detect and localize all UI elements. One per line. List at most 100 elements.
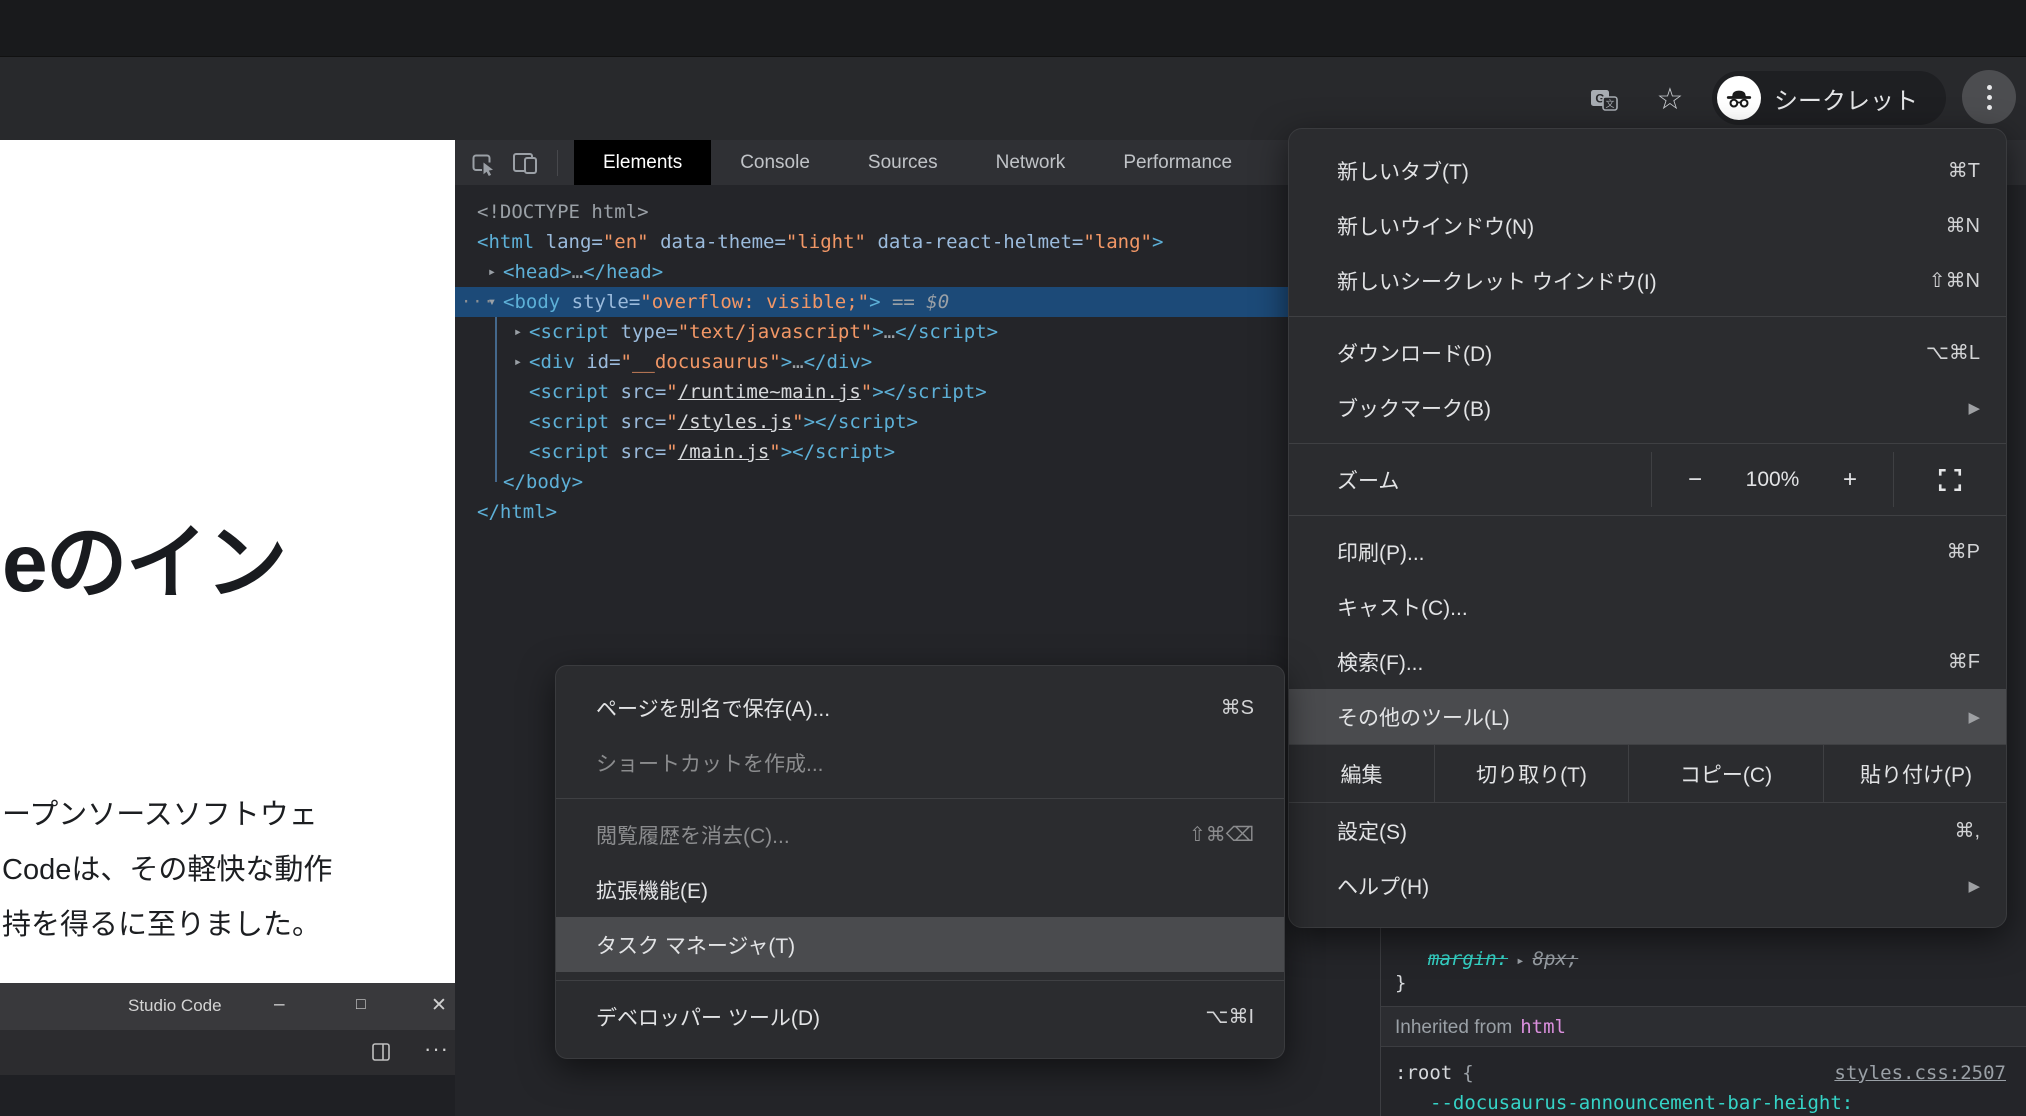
- tab-sources[interactable]: Sources: [839, 140, 967, 185]
- expand-arrow-icon[interactable]: ▾: [483, 287, 501, 317]
- elements-tree-node[interactable]: ▸<div id="__docusaurus">…</div>: [455, 347, 1380, 377]
- menu-separator: [556, 980, 1284, 981]
- tab-console[interactable]: Console: [711, 140, 839, 185]
- menu-item[interactable]: 拡張機能(E): [556, 862, 1284, 917]
- device-toolbar-icon[interactable]: [511, 150, 539, 176]
- menu-separator: [1289, 316, 2006, 317]
- screen: G 文 ☆ シークレット eのイン ープンソースソフトウェ C: [0, 0, 2026, 1116]
- inspect-element-icon[interactable]: [470, 150, 496, 176]
- elements-tree-node[interactable]: <script src="/runtime~main.js"></script>: [455, 377, 1380, 407]
- translate-icon[interactable]: G 文: [1586, 82, 1622, 118]
- page-paragraph: ープンソースソフトウェ Codeは、その軽快な動作 持を得るに至りました。: [2, 788, 332, 953]
- incognito-label: シークレット: [1774, 81, 1918, 116]
- menu-item[interactable]: 新しいタブ(T)⌘T: [1289, 143, 2006, 198]
- menu-item[interactable]: 新しいシークレット ウインドウ(I)⇧⌘N: [1289, 253, 2006, 308]
- menu-item[interactable]: 切り取り(T): [1435, 745, 1629, 802]
- vscode-tabbar: ···: [0, 1030, 455, 1075]
- elements-tree-node[interactable]: <!DOCTYPE html>: [455, 197, 1380, 227]
- submenu-arrow-icon: ▶: [1968, 399, 1980, 417]
- css-property-value: 8px;: [1533, 948, 1579, 970]
- menu-item[interactable]: 貼り付け(P): [1824, 745, 2008, 802]
- css-property-name: margin:: [1428, 948, 1508, 970]
- edit-label: 編集: [1289, 745, 1435, 802]
- menu-item[interactable]: タスク マネージャ(T): [556, 917, 1284, 972]
- elements-tree-node[interactable]: ▸<script type="text/javascript">…</scrip…: [455, 317, 1380, 347]
- inherited-from-label: Inherited from: [1395, 1017, 1512, 1038]
- shortcut-label: ⌘,: [1954, 818, 1980, 843]
- bookmark-star-icon[interactable]: ☆: [1652, 82, 1688, 118]
- menu-item[interactable]: 新しいウインドウ(N)⌘N: [1289, 198, 2006, 253]
- elements-tree-node[interactable]: <script src="/main.js"></script>: [455, 437, 1380, 467]
- vscode-window-title: Studio Code: [128, 996, 222, 1016]
- shortcut-label: ⇧⌘⌫: [1189, 822, 1254, 847]
- css-declaration-overridden[interactable]: margin: ▸ 8px;: [1428, 944, 1578, 974]
- menu-zoom-row: ズーム − 100% +: [1289, 452, 2006, 507]
- shortcut-label: ⌘N: [1946, 213, 1980, 238]
- menu-item[interactable]: ブックマーク(B)▶: [1289, 380, 2006, 435]
- elements-tree-node[interactable]: </body>: [455, 467, 1380, 497]
- paragraph-line: Codeは、その軽快な動作: [2, 843, 332, 898]
- stylesheet-source-link[interactable]: styles.css:2507: [1834, 1058, 2006, 1088]
- paragraph-line: ープンソースソフトウェ: [2, 788, 332, 843]
- zoom-value: 100%: [1746, 468, 1800, 492]
- zoom-out-button[interactable]: −: [1688, 466, 1702, 494]
- shortcut-label: ⇧⌘N: [1929, 268, 1980, 293]
- tab-performance[interactable]: Performance: [1094, 140, 1261, 185]
- zoom-label: ズーム: [1289, 452, 1651, 507]
- paragraph-line: 持を得るに至りました。: [2, 898, 332, 953]
- webpage-content: eのイン ープンソースソフトウェ Codeは、その軽快な動作 持を得るに至りまし…: [0, 140, 455, 1116]
- elements-tree-node[interactable]: </html>: [455, 497, 1380, 527]
- split-editor-icon: [372, 1043, 390, 1066]
- menu-item[interactable]: デベロッパー ツール(D)⌥⌘I: [556, 989, 1284, 1044]
- menu-item[interactable]: ヘルプ(H)▶: [1289, 858, 2006, 913]
- menu-item[interactable]: その他のツール(L)▶: [1289, 689, 2006, 744]
- page-heading: eのイン: [2, 496, 286, 615]
- menu-item: ショートカットを作成...: [556, 735, 1284, 790]
- shortcut-label: ⌘P: [1947, 539, 1980, 564]
- css-custom-property[interactable]: --docusaurus-announcement-bar-height:: [1430, 1088, 1853, 1116]
- expand-arrow-icon[interactable]: ▸: [509, 347, 527, 377]
- expand-arrow-icon[interactable]: ▸: [483, 257, 501, 287]
- submenu-arrow-icon: ▶: [1968, 877, 1980, 895]
- inherited-from-bar: Inherited from html: [1381, 1006, 2026, 1047]
- vscode-titlebar: Studio Code – □ ✕: [0, 983, 455, 1030]
- zoom-in-button[interactable]: +: [1843, 466, 1857, 494]
- expand-shorthand-icon[interactable]: ▸: [1516, 953, 1524, 969]
- menu-separator: [556, 798, 1284, 799]
- menu-separator: [1289, 515, 2006, 516]
- menu-item[interactable]: 印刷(P)...⌘P: [1289, 524, 2006, 579]
- shortcut-label: ⌘F: [1948, 649, 1980, 674]
- menu-item[interactable]: 検索(F)...⌘F: [1289, 634, 2006, 689]
- rule-selector: :root: [1395, 1062, 1452, 1084]
- shortcut-label: ⌘T: [1948, 158, 1980, 183]
- fullscreen-button[interactable]: [1894, 452, 2006, 507]
- more-tools-submenu: ページを別名で保存(A)...⌘Sショートカットを作成... 閲覧履歴を消去(C)…: [555, 665, 1285, 1059]
- menu-separator: [1289, 443, 2006, 444]
- elements-tree-node[interactable]: ···▾<body style="overflow: visible;"> ==…: [455, 287, 1380, 317]
- menu-item[interactable]: ページを別名で保存(A)...⌘S: [556, 680, 1284, 735]
- menu-item: 閲覧履歴を消去(C)...⇧⌘⌫: [556, 807, 1284, 862]
- submenu-arrow-icon: ▶: [1968, 708, 1980, 726]
- tab-network[interactable]: Network: [967, 140, 1095, 185]
- tab-elements[interactable]: Elements: [574, 140, 711, 185]
- menu-item[interactable]: ダウンロード(D)⌥⌘L: [1289, 325, 2006, 380]
- elements-tree-node[interactable]: ▸<head>…</head>: [455, 257, 1380, 287]
- rule-open-brace: {: [1462, 1062, 1473, 1084]
- menu-item[interactable]: 設定(S)⌘,: [1289, 803, 2006, 858]
- menu-edit-row: 編集切り取り(T)コピー(C)貼り付け(P): [1289, 744, 2006, 803]
- inherited-selector[interactable]: html: [1520, 1016, 1566, 1038]
- more-actions-icon: ···: [424, 1036, 449, 1062]
- vscode-screenshot: Studio Code – □ ✕ ··· avaScript, Python,…: [0, 983, 455, 1116]
- browser-menu-button[interactable]: [1962, 70, 2016, 124]
- browser-main-menu: 新しいタブ(T)⌘T新しいウインドウ(N)⌘N新しいシークレット ウインドウ(I…: [1288, 128, 2007, 928]
- elements-tree-node[interactable]: <script src="/styles.js"></script>: [455, 407, 1380, 437]
- elements-tree-node[interactable]: <html lang="en" data-theme="light" data-…: [455, 227, 1380, 257]
- shortcut-label: ⌥⌘L: [1926, 340, 1980, 365]
- expand-arrow-icon[interactable]: ▸: [509, 317, 527, 347]
- shortcut-label: ⌘S: [1221, 695, 1254, 720]
- svg-text:文: 文: [1605, 98, 1614, 109]
- incognito-icon: [1717, 76, 1761, 120]
- rule-closing-brace: }: [1395, 968, 1406, 998]
- menu-item[interactable]: コピー(C): [1629, 745, 1824, 802]
- menu-item[interactable]: キャスト(C)...: [1289, 579, 2006, 634]
